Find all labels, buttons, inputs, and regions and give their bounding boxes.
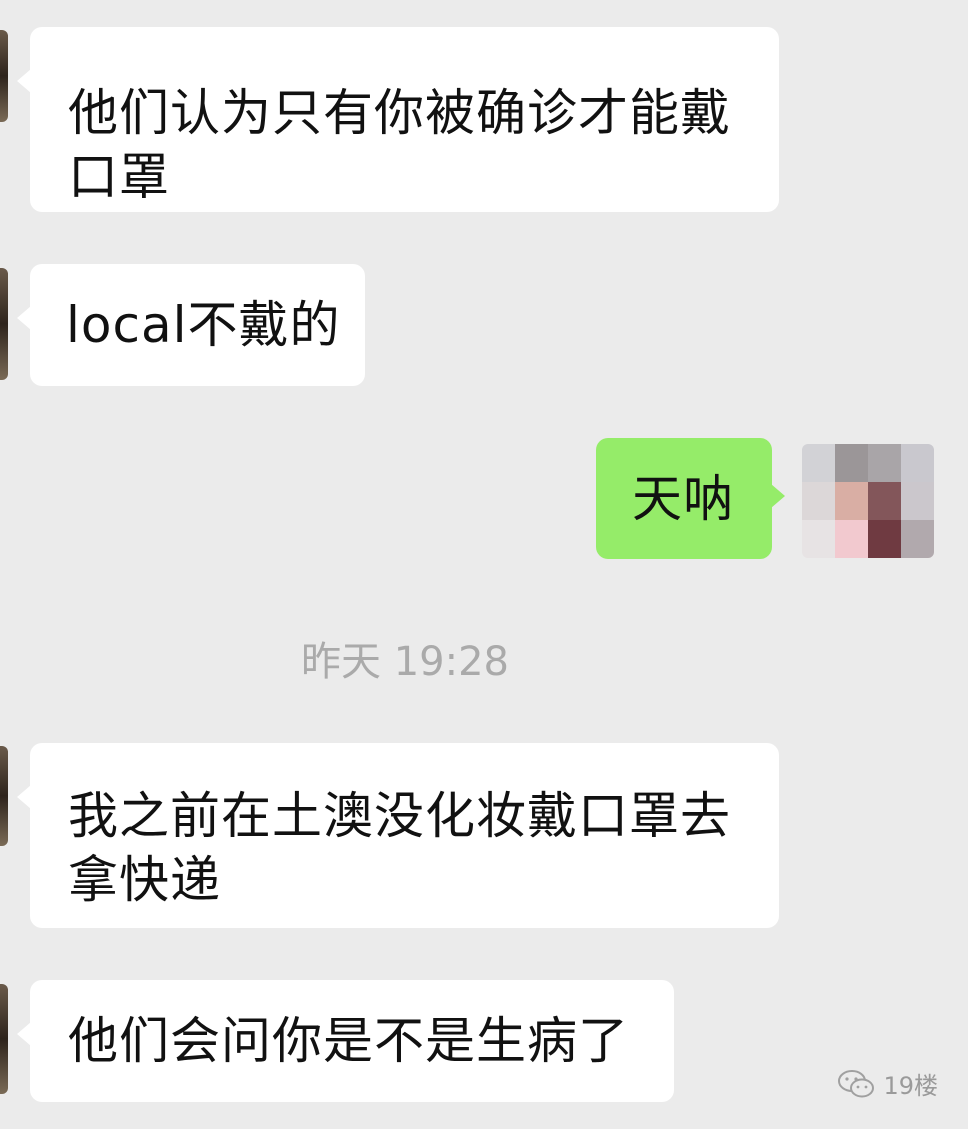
sender-avatar-edge[interactable] xyxy=(0,746,8,846)
watermark: 19楼 xyxy=(837,1066,938,1101)
watermark-text: 19楼 xyxy=(883,1072,938,1100)
received-message-bubble[interactable]: 他们会问你是不是生病了 xyxy=(17,980,674,1102)
message-text: 他们认为只有你被确诊才能戴 口罩 xyxy=(68,84,731,206)
message-text: 他们会问你是不是生病了 xyxy=(68,1012,629,1070)
wechat-icon xyxy=(838,1069,875,1097)
received-message-bubble[interactable]: 他们认为只有你被确诊才能戴 口罩 xyxy=(17,27,779,212)
sent-message-bubble[interactable]: 天呐 xyxy=(596,438,785,559)
received-message-bubble[interactable]: 我之前在土澳没化妆戴口罩去 拿快递 xyxy=(17,743,779,928)
self-avatar[interactable] xyxy=(802,444,934,558)
message-text: 我之前在土澳没化妆戴口罩去 拿快递 xyxy=(68,787,731,909)
sender-avatar-edge[interactable] xyxy=(0,30,8,122)
message-text: 天呐 xyxy=(632,470,734,528)
received-message-bubble[interactable]: local不戴的 xyxy=(17,264,365,386)
message-text: local不戴的 xyxy=(66,296,341,354)
sender-avatar-edge[interactable] xyxy=(0,984,8,1094)
chat-timestamp: 昨天 19:28 xyxy=(301,639,509,685)
sender-avatar-edge[interactable] xyxy=(0,268,8,380)
